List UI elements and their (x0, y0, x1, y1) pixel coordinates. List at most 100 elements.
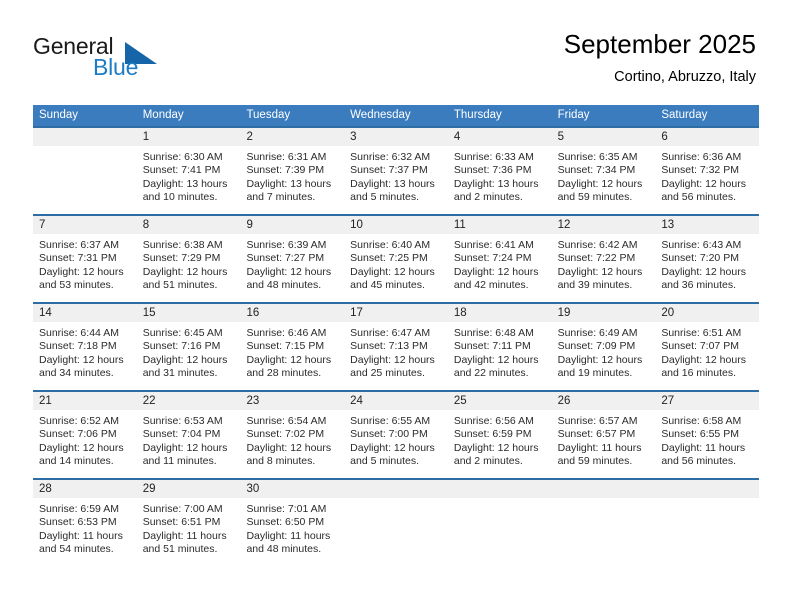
calendar-day-cell[interactable]: 25 Sunrise: 6:56 AM Sunset: 6:59 PM Dayligh… (447, 392, 552, 478)
day-details: Sunrise: 6:33 AM Sunset: 7:36 PM Daylight:… (448, 146, 552, 205)
page-header: General Blue September 2025 Cortino, Abr… (0, 0, 792, 104)
calendar-day-cell-empty (655, 480, 760, 570)
day-number: 13 (655, 216, 760, 234)
weekday-header-saturday: Saturday (661, 109, 708, 121)
calendar-day-cell[interactable]: 28 Sunrise: 6:59 AM Sunset: 6:53 PM Dayligh… (33, 480, 137, 570)
weekday-header-wednesday: Wednesday (350, 109, 411, 121)
sunset-text: Sunset: 7:20 PM (661, 252, 739, 265)
calendar-day-cell[interactable]: 12 Sunrise: 6:42 AM Sunset: 7:22 PM Dayligh… (551, 216, 656, 302)
general-blue-logo[interactable]: General Blue (33, 33, 213, 83)
calendar-day-cell[interactable]: 8 Sunrise: 6:38 AM Sunset: 7:29 PM Daylight… (136, 216, 241, 302)
calendar-day-cell[interactable]: 27 Sunrise: 6:58 AM Sunset: 6:55 PM Dayligh… (655, 392, 760, 478)
day-number: 28 (33, 480, 137, 498)
calendar-day-cell[interactable]: 9 Sunrise: 6:39 AM Sunset: 7:27 PM Daylight… (240, 216, 345, 302)
day-details: Sunrise: 6:35 AM Sunset: 7:34 PM Daylight:… (552, 146, 656, 205)
daylight-text: Daylight: 11 hours and 48 minutes. (246, 529, 331, 556)
daylight-text: Daylight: 11 hours and 59 minutes. (557, 441, 642, 468)
day-number: 12 (551, 216, 656, 234)
daylight-text: Daylight: 12 hours and 5 minutes. (350, 441, 435, 468)
day-number: 25 (447, 392, 552, 410)
calendar-day-cell[interactable]: 26 Sunrise: 6:57 AM Sunset: 6:57 PM Dayligh… (551, 392, 656, 478)
calendar-day-cell[interactable]: 30 Sunrise: 7:01 AM Sunset: 6:50 PM Dayligh… (240, 480, 345, 570)
calendar-day-cell[interactable]: 14 Sunrise: 6:44 AM Sunset: 7:18 PM Dayligh… (33, 304, 137, 390)
calendar-day-cell[interactable]: 10 Sunrise: 6:40 AM Sunset: 7:25 PM Dayligh… (344, 216, 448, 302)
calendar-day-cell[interactable]: 5 Sunrise: 6:35 AM Sunset: 7:34 PM Daylight… (551, 128, 656, 214)
sunset-text: Sunset: 7:11 PM (453, 340, 531, 353)
day-details: Sunrise: 6:30 AM Sunset: 7:41 PM Daylight:… (137, 146, 241, 205)
sunrise-text: Sunrise: 6:53 AM (142, 415, 223, 427)
day-details: Sunrise: 6:47 AM Sunset: 7:13 PM Daylight:… (344, 322, 448, 381)
calendar-day-cell[interactable]: 15 Sunrise: 6:45 AM Sunset: 7:16 PM Dayligh… (136, 304, 241, 390)
day-number: 23 (240, 392, 345, 410)
day-details: Sunrise: 6:32 AM Sunset: 7:37 PM Daylight:… (344, 146, 448, 205)
logo-text-blue: Blue (93, 54, 139, 80)
calendar-day-cell[interactable]: 2 Sunrise: 6:31 AM Sunset: 7:39 PM Daylight… (240, 128, 345, 214)
daylight-text: Daylight: 13 hours and 5 minutes. (350, 177, 435, 204)
sunset-text: Sunset: 7:02 PM (246, 428, 325, 441)
sunset-text: Sunset: 7:41 PM (142, 164, 221, 177)
day-number: 19 (551, 304, 656, 322)
daylight-text: Daylight: 12 hours and 39 minutes. (557, 265, 643, 292)
sunrise-text: Sunrise: 6:38 AM (142, 239, 223, 251)
sunset-text: Sunset: 6:57 PM (557, 428, 636, 441)
sunrise-text: Sunrise: 7:00 AM (142, 503, 223, 515)
daylight-text: Daylight: 12 hours and 8 minutes. (246, 441, 332, 468)
sunrise-text: Sunrise: 6:31 AM (246, 151, 327, 163)
day-number: 11 (447, 216, 552, 234)
weekday-header-tuesday: Tuesday (246, 109, 291, 121)
page-title: September 2025 (563, 29, 756, 59)
daylight-text: Daylight: 11 hours and 51 minutes. (142, 529, 227, 556)
sunset-text: Sunset: 6:53 PM (39, 516, 117, 529)
calendar-day-cell[interactable]: 7 Sunrise: 6:37 AM Sunset: 7:31 PM Daylight… (33, 216, 137, 302)
weekday-header-row: Sunday Monday Tuesday Wednesday Thursday… (33, 105, 759, 126)
weekday-header-friday: Friday (557, 109, 590, 121)
calendar-day-cell[interactable]: 23 Sunrise: 6:54 AM Sunset: 7:02 PM Dayligh… (240, 392, 345, 478)
day-details: Sunrise: 6:59 AM Sunset: 6:53 PM Daylight:… (33, 498, 137, 557)
sunrise-text: Sunrise: 6:48 AM (453, 327, 534, 339)
calendar-day-cell[interactable]: 4 Sunrise: 6:33 AM Sunset: 7:36 PM Daylight… (447, 128, 552, 214)
day-details: Sunrise: 6:52 AM Sunset: 7:06 PM Daylight:… (33, 410, 137, 469)
calendar-day-cell[interactable]: 13 Sunrise: 6:43 AM Sunset: 7:20 PM Dayligh… (655, 216, 760, 302)
weekday-header-sunday: Sunday (39, 109, 79, 121)
calendar-day-cell[interactable]: 21 Sunrise: 6:52 AM Sunset: 7:06 PM Dayligh… (33, 392, 137, 478)
sunrise-text: Sunrise: 6:36 AM (661, 151, 742, 163)
calendar-week-row: 28 Sunrise: 6:59 AM Sunset: 6:53 PM Dayligh… (33, 478, 760, 570)
sunset-text: Sunset: 7:27 PM (246, 252, 325, 265)
sunrise-text: Sunrise: 6:30 AM (142, 151, 223, 163)
day-number: 5 (551, 128, 656, 146)
sunset-text: Sunset: 7:31 PM (39, 252, 117, 265)
calendar-day-cell[interactable]: 3 Sunrise: 6:32 AM Sunset: 7:37 PM Daylight… (344, 128, 448, 214)
sunrise-text: Sunrise: 6:37 AM (39, 239, 119, 251)
calendar-day-cell[interactable]: 1 Sunrise: 6:30 AM Sunset: 7:41 PM Daylight… (136, 128, 241, 214)
day-details: Sunrise: 6:55 AM Sunset: 7:00 PM Daylight:… (344, 410, 448, 469)
day-number: 8 (136, 216, 241, 234)
calendar-day-cell[interactable]: 11 Sunrise: 6:41 AM Sunset: 7:24 PM Dayligh… (447, 216, 552, 302)
daylight-text: Daylight: 12 hours and 53 minutes. (39, 265, 124, 292)
calendar-day-cell-empty (33, 128, 137, 214)
day-number (344, 480, 448, 498)
daylight-text: Daylight: 13 hours and 2 minutes. (453, 177, 539, 204)
sunrise-text: Sunrise: 6:45 AM (142, 327, 223, 339)
calendar-day-cell[interactable]: 18 Sunrise: 6:48 AM Sunset: 7:11 PM Dayligh… (447, 304, 552, 390)
sunrise-text: Sunrise: 6:51 AM (661, 327, 742, 339)
calendar-day-cell[interactable]: 19 Sunrise: 6:49 AM Sunset: 7:09 PM Dayligh… (551, 304, 656, 390)
sunrise-text: Sunrise: 6:54 AM (246, 415, 327, 427)
day-details: Sunrise: 6:49 AM Sunset: 7:09 PM Daylight:… (552, 322, 656, 381)
day-number: 27 (655, 392, 760, 410)
sunset-text: Sunset: 6:50 PM (246, 516, 325, 529)
calendar-week-row: 7 Sunrise: 6:37 AM Sunset: 7:31 PM Daylight… (33, 214, 760, 302)
calendar-day-cell[interactable]: 17 Sunrise: 6:47 AM Sunset: 7:13 PM Dayligh… (344, 304, 448, 390)
calendar-day-cell[interactable]: 6 Sunrise: 6:36 AM Sunset: 7:32 PM Daylight… (655, 128, 760, 214)
calendar-day-cell[interactable]: 22 Sunrise: 6:53 AM Sunset: 7:04 PM Dayligh… (136, 392, 241, 478)
day-number: 29 (136, 480, 241, 498)
calendar-day-cell-empty (344, 480, 448, 570)
daylight-text: Daylight: 12 hours and 42 minutes. (453, 265, 539, 292)
calendar-day-cell[interactable]: 20 Sunrise: 6:51 AM Sunset: 7:07 PM Dayligh… (655, 304, 760, 390)
sunset-text: Sunset: 7:25 PM (350, 252, 428, 265)
calendar-week-row: 1 Sunrise: 6:30 AM Sunset: 7:41 PM Daylight… (33, 126, 760, 214)
calendar-day-cell[interactable]: 29 Sunrise: 7:00 AM Sunset: 6:51 PM Dayligh… (136, 480, 241, 570)
sunrise-text: Sunrise: 6:47 AM (350, 327, 431, 339)
calendar-day-cell[interactable]: 24 Sunrise: 6:55 AM Sunset: 7:00 PM Dayligh… (344, 392, 448, 478)
day-number: 21 (33, 392, 137, 410)
calendar-day-cell[interactable]: 16 Sunrise: 6:46 AM Sunset: 7:15 PM Dayligh… (240, 304, 345, 390)
